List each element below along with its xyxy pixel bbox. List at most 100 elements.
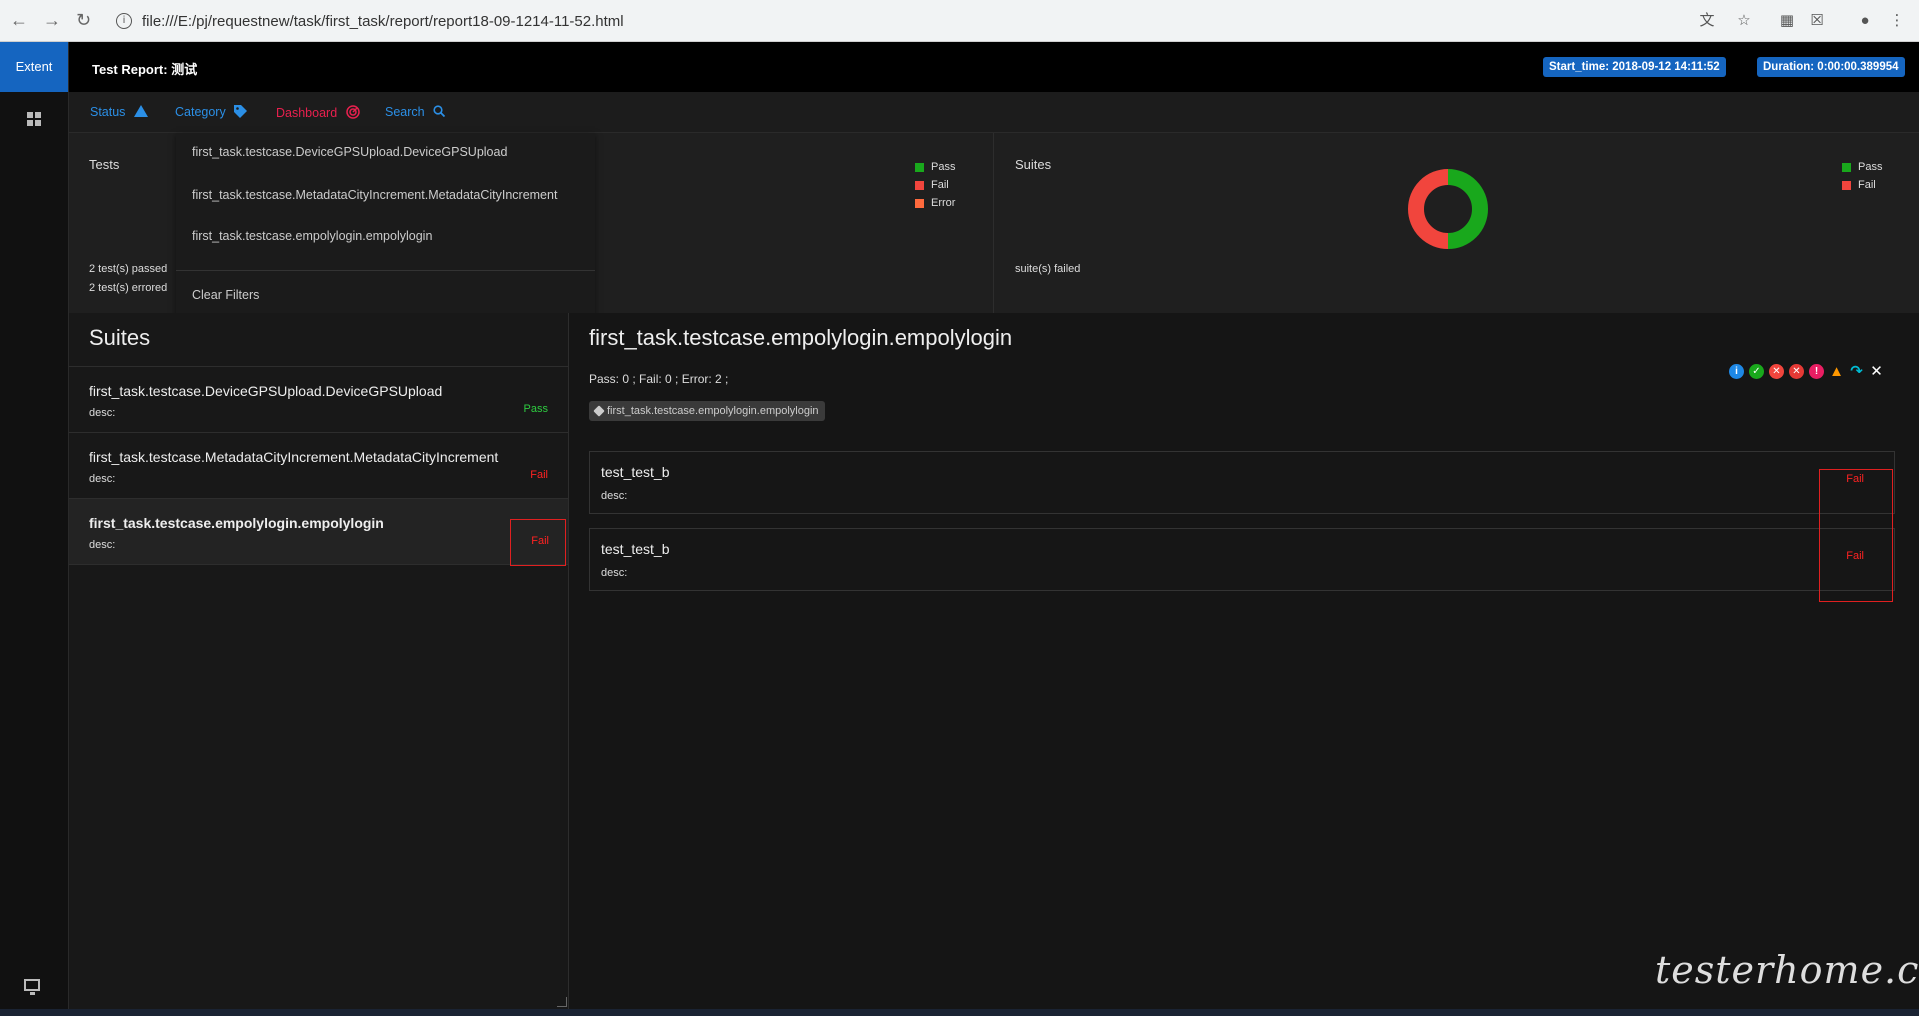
suite-name: first_task.testcase.empolylogin.empolylo… — [89, 515, 384, 531]
tests-legend: Pass Fail Error — [915, 158, 955, 212]
suites-legend-pass-label: Pass — [1858, 161, 1883, 173]
status-filter-label: Status — [90, 105, 126, 119]
suites-failed-text: suite(s) failed — [1015, 263, 1081, 275]
duration-badge: Duration: 0:00:00.389954 — [1757, 57, 1905, 77]
suite-desc: desc: — [89, 539, 116, 551]
brand-logo[interactable]: Extent — [0, 42, 68, 92]
status-filter[interactable]: Status — [90, 105, 148, 119]
detail-counts: Pass: 0 ; Fail: 0 ; Error: 2 ; — [589, 372, 729, 386]
menu-icon[interactable]: ⋮ — [1888, 12, 1906, 30]
fatal-status-icon[interactable]: ✕ — [1789, 363, 1804, 379]
clear-status-icon[interactable]: ✕ — [1869, 364, 1884, 379]
test-item[interactable]: test_test_b desc: Fail — [589, 528, 1895, 591]
category-tag[interactable]: first_task.testcase.empolylogin.empolylo… — [589, 401, 825, 421]
browser-toolbar: ← → ↻ i file:///E:/pj/requestnew/task/fi… — [0, 0, 1919, 42]
suites-legend-pass-swatch — [1842, 162, 1851, 172]
suites-legend-fail-label: Fail — [1858, 179, 1876, 191]
left-sidebar: Extent — [0, 42, 69, 1016]
tests-passed-text: 2 test(s) passed — [89, 263, 168, 275]
dashboard-filter[interactable]: Dashboard — [276, 105, 360, 120]
suites-list-title: Suites — [89, 325, 151, 350]
watermark: testerhome.com — [1655, 948, 1919, 992]
suites-panel-title: Suites — [1015, 157, 1052, 172]
extension-icon[interactable]: ▦ — [1778, 12, 1796, 30]
status-icon-row: i ✓ ✕ ✕ ! ▲ ↷ ✕ — [1729, 363, 1884, 379]
test-desc: desc: — [601, 567, 628, 579]
donut-fail-slice — [1408, 169, 1449, 249]
resize-grip[interactable] — [557, 997, 567, 1007]
suite-item-selected[interactable]: first_task.testcase.empolylogin.empolylo… — [69, 498, 568, 565]
suite-desc: desc: — [89, 407, 116, 419]
category-filter[interactable]: Category — [175, 105, 248, 119]
legend-pass-swatch — [915, 162, 924, 172]
tag-icon — [234, 105, 248, 118]
bookmark-star-icon[interactable]: ☆ — [1735, 12, 1753, 30]
dashboard-grid-icon[interactable] — [27, 112, 41, 126]
url-text[interactable]: file:///E:/pj/requestnew/task/first_task… — [142, 13, 624, 30]
reload-icon[interactable]: ↻ — [76, 10, 91, 31]
suite-status: Pass — [523, 403, 548, 415]
report-header: Test Report: 测试 Start_time: 2018-09-12 1… — [69, 42, 1919, 92]
suite-name: first_task.testcase.DeviceGPSUpload.Devi… — [89, 383, 443, 399]
back-icon[interactable]: ← — [10, 10, 28, 31]
test-name: test_test_b — [601, 541, 670, 557]
search-filter[interactable]: Search — [385, 105, 446, 119]
forward-icon[interactable]: → — [43, 10, 61, 31]
suite-item[interactable]: first_task.testcase.DeviceGPSUpload.Devi… — [69, 366, 568, 432]
address-bar[interactable]: i file:///E:/pj/requestnew/task/first_ta… — [116, 7, 1676, 35]
fail-status-icon[interactable]: ✕ — [1769, 363, 1784, 379]
pass-status-icon[interactable]: ✓ — [1749, 363, 1764, 379]
test-name: test_test_b — [601, 464, 670, 480]
search-icon — [433, 105, 446, 118]
test-desc: desc: — [601, 490, 628, 502]
suites-legend: Pass Fail — [1842, 158, 1882, 194]
taskbar-strip — [0, 1009, 1919, 1016]
start-time-badge: Start_time: 2018-09-12 14:11:52 — [1543, 57, 1726, 77]
legend-pass-label: Pass — [931, 161, 956, 173]
error-status-icon[interactable]: ! — [1809, 363, 1824, 379]
extension-x-icon[interactable]: ☒ — [1808, 12, 1826, 30]
suites-donut-chart — [1408, 169, 1488, 249]
detail-title: first_task.testcase.empolylogin.empolylo… — [589, 325, 1013, 350]
suite-status: Fail — [530, 469, 548, 481]
warning-triangle-icon — [133, 105, 148, 117]
tests-errored-text: 2 test(s) errored — [89, 282, 168, 294]
category-filter-label: Category — [175, 105, 226, 119]
highlight-box — [1819, 469, 1893, 602]
profile-icon[interactable]: ● — [1856, 12, 1874, 30]
test-item[interactable]: test_test_b desc: Fail — [589, 451, 1895, 514]
legend-fail-swatch — [915, 180, 924, 190]
filter-bar: Status Category Dashboard Search — [69, 92, 1919, 133]
legend-pass: Pass — [915, 158, 955, 176]
legend-error: Error — [915, 194, 955, 212]
suite-detail-panel: first_task.testcase.empolylogin.empolylo… — [569, 313, 1919, 1009]
suite-item[interactable]: first_task.testcase.MetadataCityIncremen… — [69, 432, 568, 498]
highlight-box — [510, 519, 566, 566]
dropdown-item-metadatacityincrement[interactable]: first_task.testcase.MetadataCityIncremen… — [192, 188, 557, 202]
info-icon[interactable]: i — [116, 13, 132, 29]
info-status-icon[interactable]: i — [1729, 363, 1744, 379]
warning-status-icon[interactable]: ▲ — [1829, 364, 1844, 379]
suites-legend-pass: Pass — [1842, 158, 1882, 176]
suites-legend-fail: Fail — [1842, 176, 1882, 194]
tests-panel-title: Tests — [89, 157, 120, 172]
suites-summary-panel: Suites suite(s) failed Pass Fail — [994, 133, 1919, 313]
dropdown-item-empolylogin[interactable]: first_task.testcase.empolylogin.empolylo… — [192, 229, 432, 243]
dashboard-gauge-icon — [345, 105, 360, 119]
legend-fail: Fail — [915, 176, 955, 194]
suite-name: first_task.testcase.MetadataCityIncremen… — [89, 449, 499, 465]
dropdown-item-deviceGPSupload[interactable]: first_task.testcase.DeviceGPSUpload.Devi… — [192, 145, 507, 159]
dropdown-divider — [176, 270, 595, 271]
skip-status-icon[interactable]: ↷ — [1849, 364, 1864, 379]
monitor-icon[interactable] — [24, 979, 40, 995]
clear-filters-button[interactable]: Clear Filters — [192, 288, 259, 302]
translate-icon[interactable]: 文 — [1698, 12, 1716, 30]
category-dropdown: first_task.testcase.DeviceGPSUpload.Devi… — [176, 133, 595, 321]
legend-error-swatch — [915, 198, 924, 208]
donut-pass-slice — [1447, 169, 1488, 249]
search-filter-label: Search — [385, 105, 425, 119]
dashboard-filter-label: Dashboard — [276, 106, 338, 120]
report-title: Test Report: 测试 — [92, 62, 198, 77]
suites-legend-fail-swatch — [1842, 180, 1851, 190]
legend-fail-label: Fail — [931, 179, 949, 191]
